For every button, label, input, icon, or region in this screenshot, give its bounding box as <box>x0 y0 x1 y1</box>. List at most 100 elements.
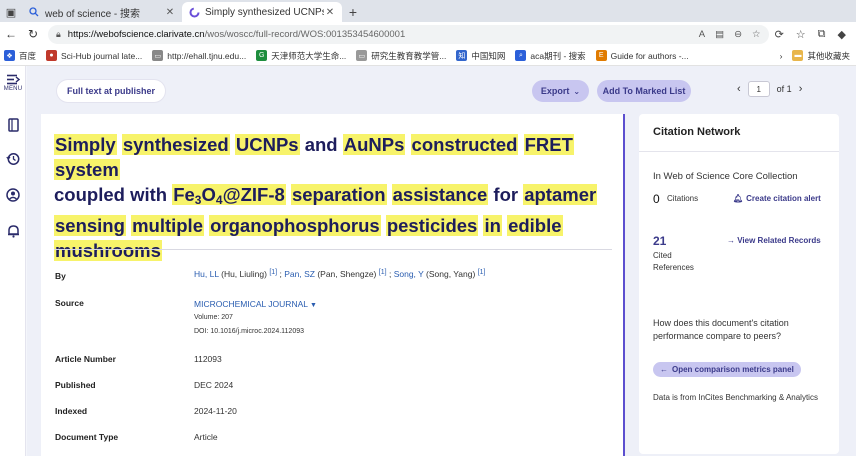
add-to-marked-list-button[interactable]: Add To Marked List <box>597 80 691 102</box>
folder-icon: ▬ <box>792 50 804 61</box>
chevron-left-icon[interactable]: ‹ <box>737 83 741 95</box>
page-icon: ▭ <box>152 50 164 61</box>
copilot-icon[interactable]: ◆ <box>838 28 846 41</box>
source-journal[interactable]: MICROCHEMICAL JOURNAL ▼ <box>194 299 317 309</box>
comparison-label: Open comparison metrics panel <box>672 365 794 374</box>
title-word: coupled <box>54 184 125 205</box>
menu-button[interactable]: MENU <box>0 74 26 92</box>
left-rail: MENU <box>0 66 26 456</box>
bookmark-scihub[interactable]: ● Sci-Hub journal late... <box>46 50 142 61</box>
author-link[interactable]: Song, Y <box>394 269 424 279</box>
site-icon: G <box>256 50 268 61</box>
formula-o: O <box>201 184 216 205</box>
read-aloud-icon[interactable]: A <box>699 29 705 40</box>
chevron-down-icon: ⌄ <box>573 86 581 96</box>
page-number-input[interactable]: 1 <box>747 81 770 97</box>
author-link[interactable]: Pan, SZ <box>284 269 315 279</box>
favorites-bar-icon[interactable]: ☆ <box>796 28 806 41</box>
affiliation-ref[interactable]: [1] <box>379 269 387 276</box>
bookmark-ehall[interactable]: ▭ http://ehall.tjnu.edu... <box>152 50 246 61</box>
bookmark-icon <box>7 118 19 132</box>
formula-sub-4: 4 <box>215 193 223 207</box>
journal-link[interactable]: MICROCHEMICAL JOURNAL <box>194 299 308 309</box>
immersive-reader-icon[interactable]: ▤ <box>715 29 724 40</box>
user-icon <box>6 188 20 202</box>
site-icon: 知 <box>456 50 468 61</box>
cited-references-count[interactable]: 21 <box>653 234 666 248</box>
favorite-icon[interactable]: ☆ <box>752 29 761 40</box>
collections-icon[interactable]: ⧉ <box>818 28 826 41</box>
history-button[interactable] <box>0 152 26 166</box>
create-citation-alert-link[interactable]: 🔔︎ Create citation alert <box>733 194 821 203</box>
bookmark-cnki[interactable]: 知中国知网 <box>456 50 505 62</box>
zoom-icon[interactable]: ⊖ <box>734 29 742 40</box>
create-alert-label: Create citation alert <box>746 194 821 203</box>
close-icon[interactable]: ✕ <box>324 7 336 18</box>
bookmark-label: 百度 <box>19 50 37 61</box>
marked-list-button[interactable] <box>0 118 26 132</box>
export-button[interactable]: Export ⌄ <box>532 80 589 102</box>
doi: DOI: 10.1016/j.microc.2024.112093 <box>194 328 304 335</box>
bookmark-label: Guide for authors -... <box>610 50 689 61</box>
volume: Volume: 207 <box>194 314 233 321</box>
bookmark-guide[interactable]: E Guide for authors -... <box>595 50 689 61</box>
scihub-icon: ● <box>46 50 58 61</box>
bell-icon <box>7 225 19 238</box>
source-label: Source <box>55 298 84 308</box>
alerts-button[interactable] <box>0 224 26 238</box>
author-separator: ; <box>279 269 282 279</box>
title-word: organophosphorus <box>209 215 381 236</box>
tab-search[interactable]: web of science - 搜索 ✕ <box>22 2 182 22</box>
affiliation-ref[interactable]: [1] <box>478 269 486 276</box>
citations-label: Citations <box>667 194 699 203</box>
bookmarks-bar: ❖ 百度 ● Sci-Hub journal late... ▭ http://eha… <box>0 46 856 66</box>
title-word: aptamer <box>523 184 598 205</box>
new-tab-button[interactable]: + <box>342 2 364 22</box>
tab-actions-icon[interactable]: ▣ <box>0 2 22 22</box>
record-card: Simply synthesized UCNPs and AuNPs const… <box>41 114 625 456</box>
chevron-right-icon[interactable]: › <box>799 83 803 95</box>
author-full-name: (Hu, Liuling) <box>221 269 267 279</box>
bookmark-aca[interactable]: ⌕ aca期刊 - 搜索 <box>515 50 586 62</box>
bookmark-tjnu[interactable]: G 天津师范大学生命... <box>256 50 346 62</box>
bookmark-baidu[interactable]: ❖ 百度 <box>4 50 36 62</box>
bookmark-label: http://ehall.tjnu.edu... <box>167 50 247 61</box>
address-bar[interactable]: 🔒︎ https://webofscience.clarivate.cn/wos… <box>48 24 769 44</box>
author-link[interactable]: Hu, LL <box>194 269 219 279</box>
divider <box>54 249 612 250</box>
tab-label: Simply synthesized UCNPs and Au <box>205 6 324 18</box>
citation-network-panel: Citation Network In Web of Science Core … <box>639 114 839 454</box>
lock-icon[interactable]: 🔒︎ <box>56 29 61 40</box>
back-icon[interactable]: ← <box>0 23 22 45</box>
title-word: FRET <box>523 134 574 155</box>
title-word: AuNPs <box>342 134 406 155</box>
tab-label: web of science - 搜索 <box>45 8 141 20</box>
caret-down-icon[interactable]: ▼ <box>310 302 317 309</box>
pagination: ‹ 1 of 1 › <box>737 81 802 97</box>
comparison-question: How does this document's citation perfor… <box>653 318 789 341</box>
authors: Hu, LL (Hu, Liuling) [1] ; Pan, SZ (Pan,… <box>194 269 486 279</box>
close-icon[interactable]: ✕ <box>164 7 176 18</box>
export-label: Export <box>540 86 570 96</box>
profile-button[interactable] <box>0 188 26 202</box>
citation-network-title: Citation Network <box>653 126 741 138</box>
bookmark-graduate[interactable]: ▭ 研究生教育教学管... <box>356 50 446 62</box>
author-separator: ; <box>388 269 392 279</box>
page-content: Full text at publisher Export ⌄ Add To M… <box>27 66 856 456</box>
full-text-button[interactable]: Full text at publisher <box>57 80 166 102</box>
refresh-icon[interactable]: ↻ <box>22 23 44 45</box>
record-title: Simply synthesized UCNPs and AuNPs const… <box>54 132 614 263</box>
extensions-icon[interactable]: ⟳ <box>775 28 784 41</box>
affiliation-ref[interactable]: [1] <box>269 269 277 276</box>
other-favorites[interactable]: 其他收藏夹 <box>807 50 850 62</box>
open-comparison-metrics-button[interactable]: ← Open comparison metrics panel <box>653 362 801 377</box>
tab-record[interactable]: Simply synthesized UCNPs and Au ✕ <box>182 2 342 22</box>
title-word: edible <box>507 215 563 236</box>
title-word: for <box>493 184 519 205</box>
article-number-label: Article Number <box>55 354 116 364</box>
chevron-right-icon[interactable]: › <box>780 51 783 61</box>
incites-note: Data is from InCites Benchmarking & Anal… <box>653 393 818 402</box>
view-related-records-link[interactable]: → View Related Records <box>727 236 821 245</box>
bookmark-label: Sci-Hub journal late... <box>61 50 143 61</box>
title-word: constructed <box>410 134 519 155</box>
